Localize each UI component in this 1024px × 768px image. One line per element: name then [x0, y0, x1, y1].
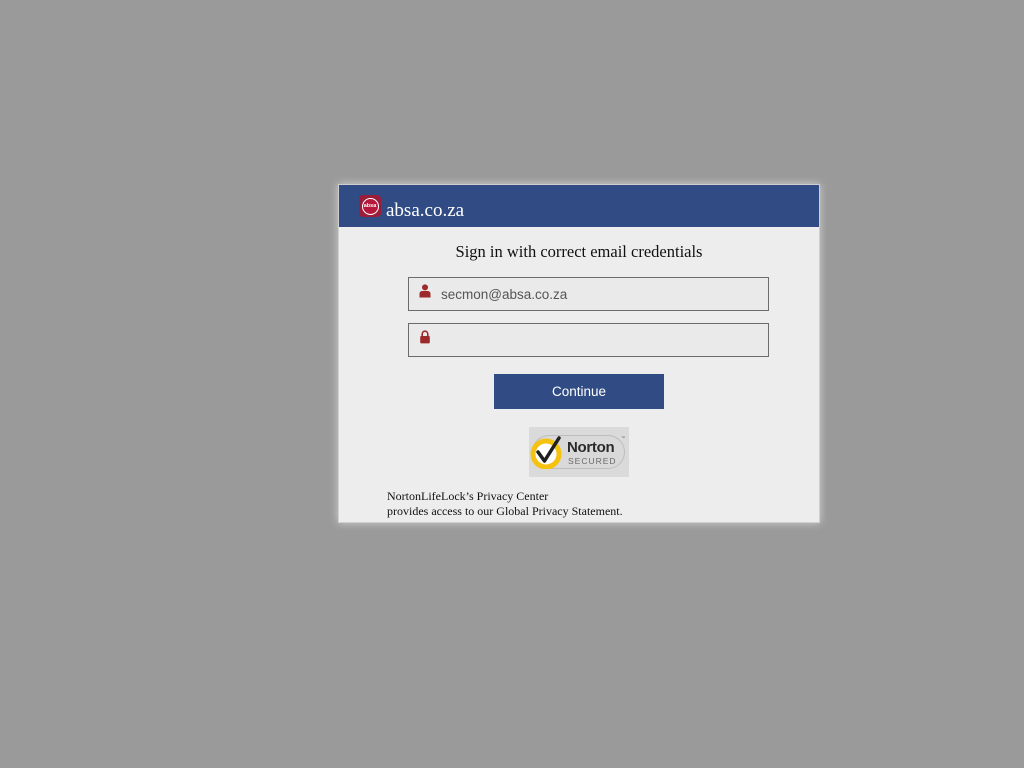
domain-title: absa.co.za [386, 200, 465, 221]
absa-logo: absa [359, 195, 381, 217]
privacy-footer: NortonLifeLock’s Privacy Center provides… [387, 489, 623, 519]
password-input[interactable] [441, 324, 761, 356]
norton-trademark: ™ [621, 435, 625, 440]
lock-icon [420, 330, 430, 344]
email-field[interactable] [408, 277, 769, 311]
email-input[interactable] [441, 278, 761, 310]
privacy-line-1: NortonLifeLock’s Privacy Center [387, 489, 549, 503]
signin-heading: Sign in with correct email credentials [455, 242, 703, 261]
norton-secured-text: SECURED [568, 456, 617, 466]
dialog-header: absa absa.co.za [339, 185, 819, 227]
checkmark-icon [530, 436, 562, 469]
continue-button[interactable]: Continue [494, 374, 664, 409]
user-icon [419, 284, 431, 298]
privacy-line-2: provides access to our Global Privacy St… [387, 504, 623, 518]
absa-logo-mark: absa [361, 197, 379, 215]
password-field[interactable] [408, 323, 769, 357]
norton-secured-badge[interactable]: Norton SECURED ™ [529, 427, 629, 477]
signin-dialog: absa absa.co.za Sign in with correct ema… [338, 184, 820, 523]
norton-name: Norton [567, 439, 615, 456]
